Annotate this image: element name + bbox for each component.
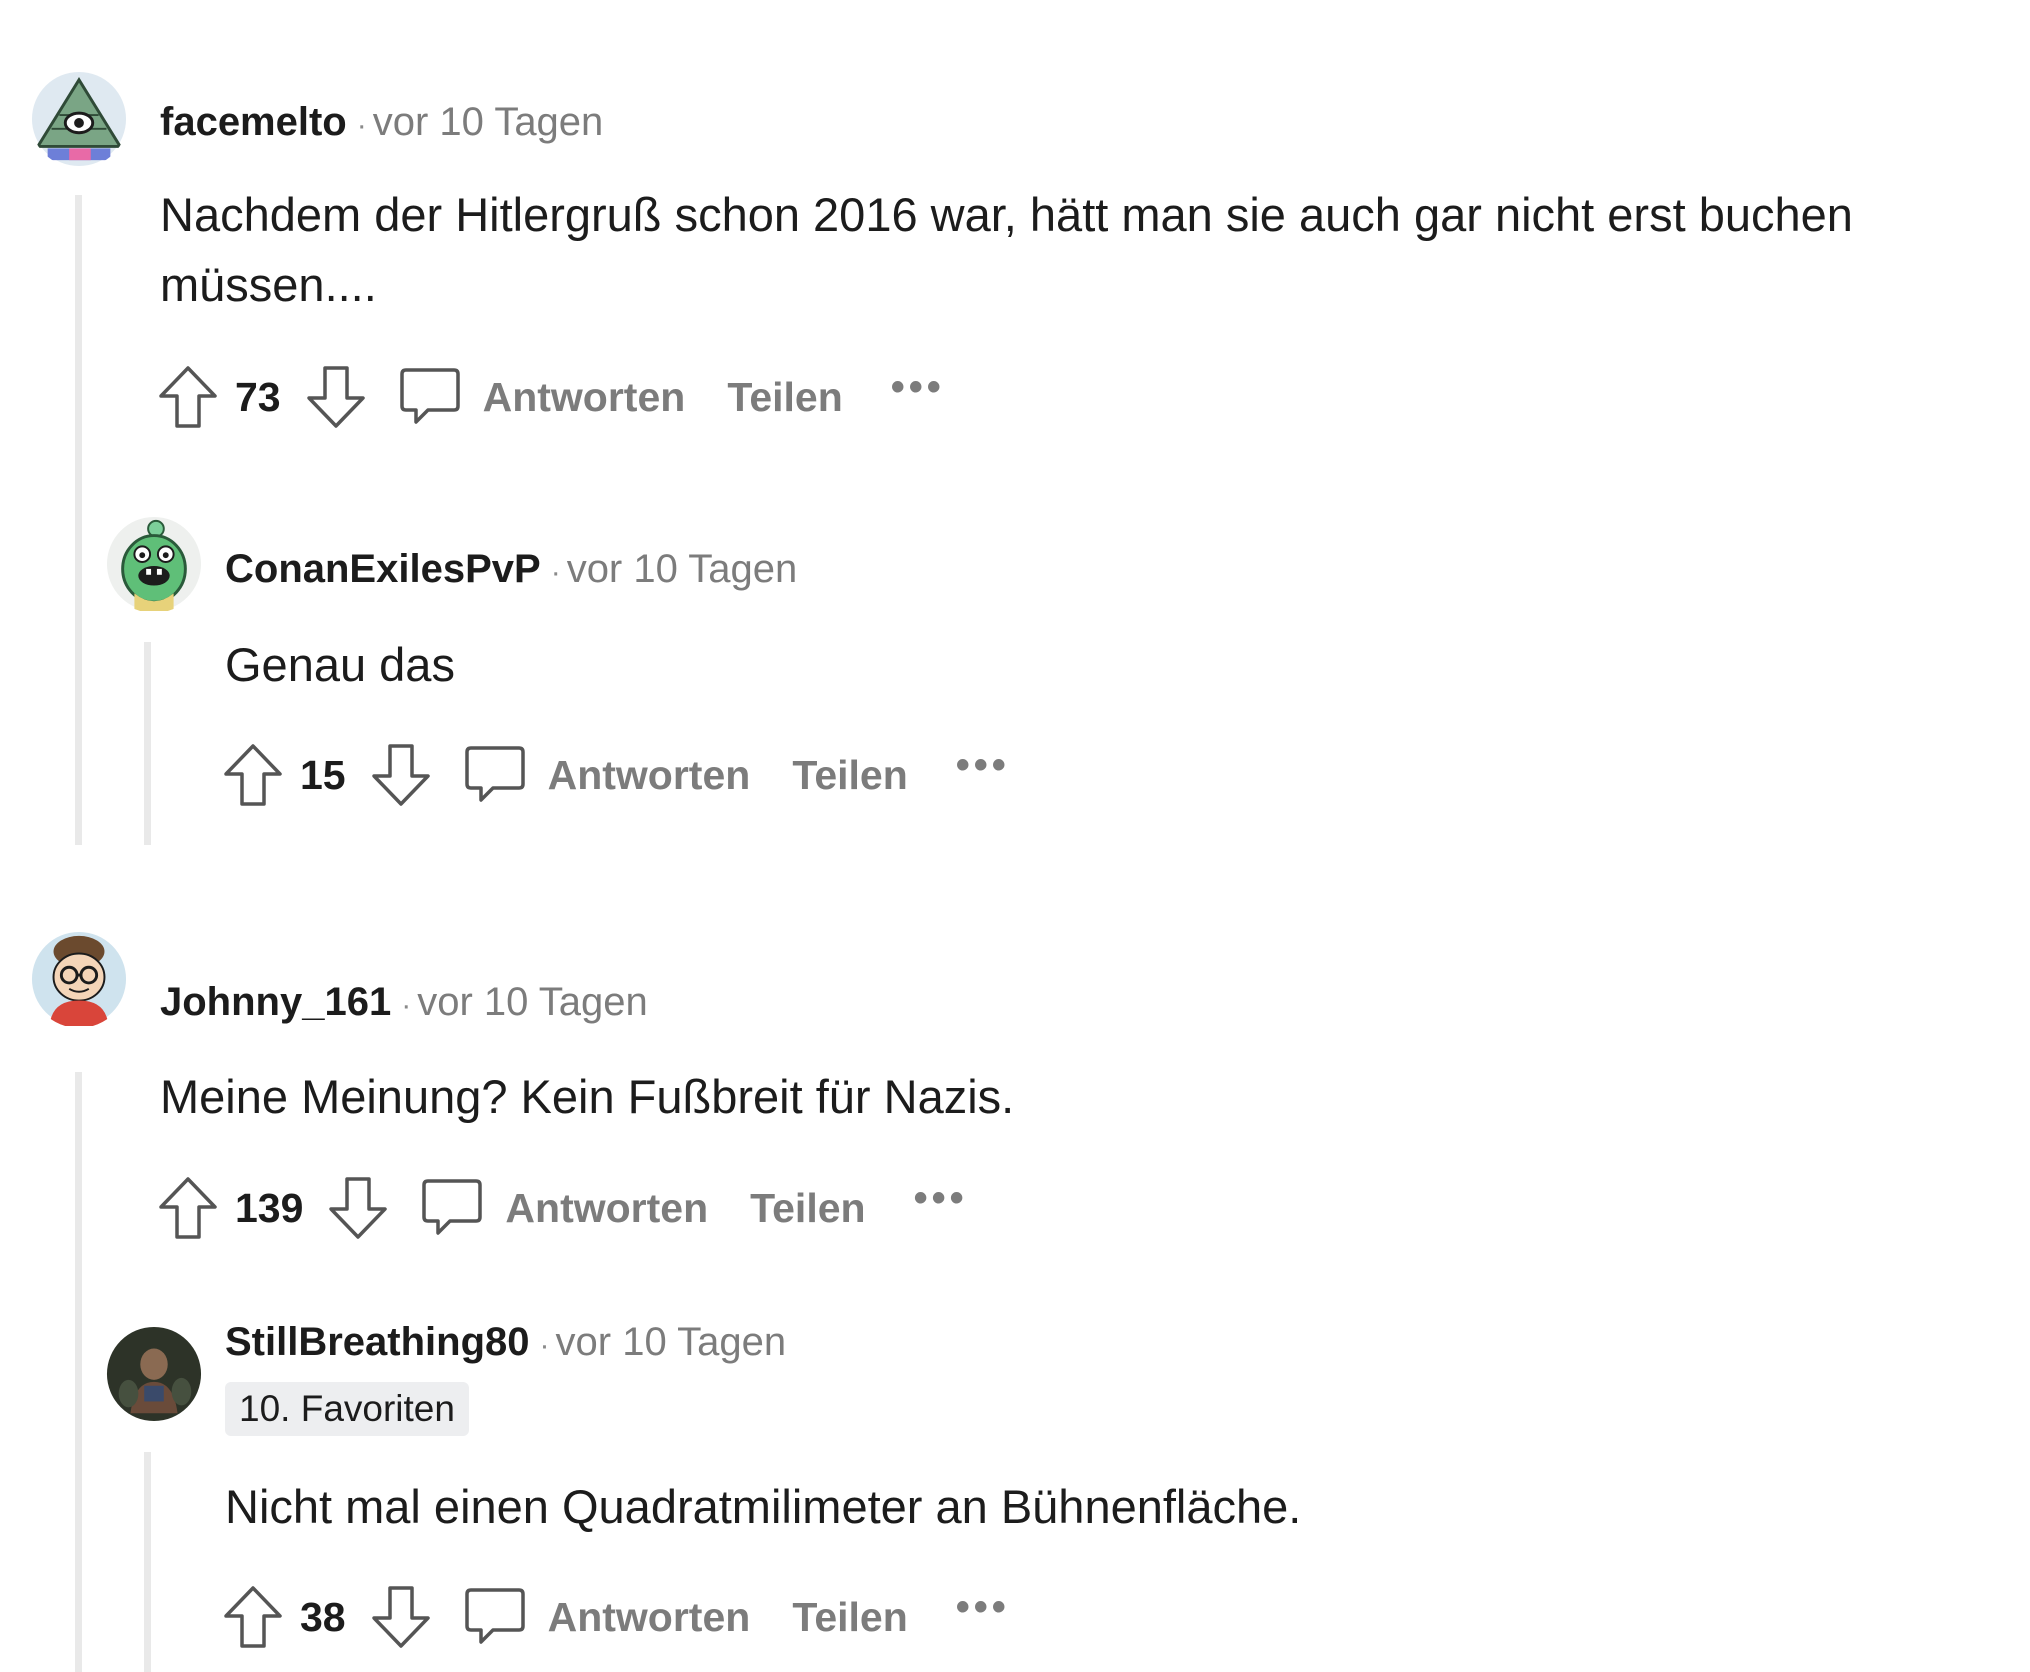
share-button[interactable]: Teilen: [792, 752, 907, 799]
username[interactable]: facemelto: [160, 100, 347, 144]
username[interactable]: StillBreathing80: [225, 1320, 530, 1364]
comment-actions: 15 Antworten Teilen •••: [220, 740, 1010, 810]
comment-actions: 139 Antworten Teilen •••: [155, 1173, 968, 1243]
comment-body: Genau das: [225, 638, 455, 691]
downvote-icon[interactable]: [325, 1173, 391, 1243]
upvote-icon[interactable]: [220, 740, 286, 810]
downvote-icon[interactable]: [368, 740, 434, 810]
separator-dot: ·: [356, 109, 367, 142]
downvote-icon[interactable]: [303, 362, 369, 432]
timestamp[interactable]: vor 10 Tagen: [556, 1320, 787, 1364]
vote-score: 139: [235, 1184, 304, 1231]
comment-meta: facemelto · vor 10 Tagen: [160, 98, 603, 150]
comment-meta: Johnny_161 · vor 10 Tagen: [160, 978, 648, 1030]
glasses-person-avatar-icon[interactable]: [30, 930, 128, 1028]
share-button[interactable]: Teilen: [727, 374, 842, 421]
photo-avatar-icon[interactable]: [105, 1325, 203, 1423]
user-flair-badge: 10. Favoriten: [225, 1382, 469, 1436]
separator-dot: ·: [401, 989, 412, 1022]
green-monster-avatar-icon[interactable]: [105, 515, 203, 613]
separator-dot: ·: [539, 1329, 550, 1362]
comment-actions: 73 Antworten Teilen •••: [155, 362, 945, 432]
username[interactable]: ConanExilesPvP: [225, 547, 541, 591]
downvote-icon[interactable]: [368, 1582, 434, 1652]
more-options-icon[interactable]: •••: [914, 1176, 968, 1221]
comment-body: Nicht mal einen Quadratmilimeter an Bühn…: [225, 1480, 1302, 1533]
more-options-icon[interactable]: •••: [956, 743, 1010, 788]
reply-button[interactable]: Antworten: [505, 1185, 708, 1232]
vote-score: 15: [300, 751, 346, 798]
thread-line[interactable]: [144, 642, 151, 845]
comment-actions: 38 Antworten Teilen •••: [220, 1582, 1010, 1652]
comment-bubble-icon[interactable]: [397, 362, 463, 432]
thread-line[interactable]: [75, 195, 82, 845]
comment-bubble-icon[interactable]: [462, 1582, 528, 1652]
vote-score: 38: [300, 1593, 346, 1640]
upvote-icon[interactable]: [155, 362, 221, 432]
comment-bubble-icon[interactable]: [462, 740, 528, 810]
timestamp[interactable]: vor 10 Tagen: [373, 100, 604, 144]
pyramid-eye-avatar-icon[interactable]: [30, 70, 128, 168]
share-button[interactable]: Teilen: [792, 1594, 907, 1641]
reply-button[interactable]: Antworten: [548, 752, 751, 799]
timestamp[interactable]: vor 10 Tagen: [567, 547, 798, 591]
comment-meta: ConanExilesPvP · vor 10 Tagen: [225, 545, 797, 597]
thread-line[interactable]: [144, 1452, 151, 1672]
upvote-icon[interactable]: [155, 1173, 221, 1243]
reply-button[interactable]: Antworten: [548, 1594, 751, 1641]
comment-bubble-icon[interactable]: [419, 1173, 485, 1243]
comment-body: Meine Meinung? Kein Fußbreit für Nazis.: [160, 1070, 1015, 1123]
reply-button[interactable]: Antworten: [483, 374, 686, 421]
more-options-icon[interactable]: •••: [891, 365, 945, 410]
separator-dot: ·: [550, 556, 561, 589]
more-options-icon[interactable]: •••: [956, 1585, 1010, 1630]
comment-body: Nachdem der Hitlergruß schon 2016 war, h…: [160, 188, 1853, 311]
vote-score: 73: [235, 373, 281, 420]
upvote-icon[interactable]: [220, 1582, 286, 1652]
thread-line[interactable]: [75, 1072, 82, 1672]
username[interactable]: Johnny_161: [160, 980, 391, 1024]
timestamp[interactable]: vor 10 Tagen: [417, 980, 648, 1024]
comment-meta: StillBreathing80 · vor 10 Tagen: [225, 1318, 786, 1370]
share-button[interactable]: Teilen: [750, 1185, 865, 1232]
